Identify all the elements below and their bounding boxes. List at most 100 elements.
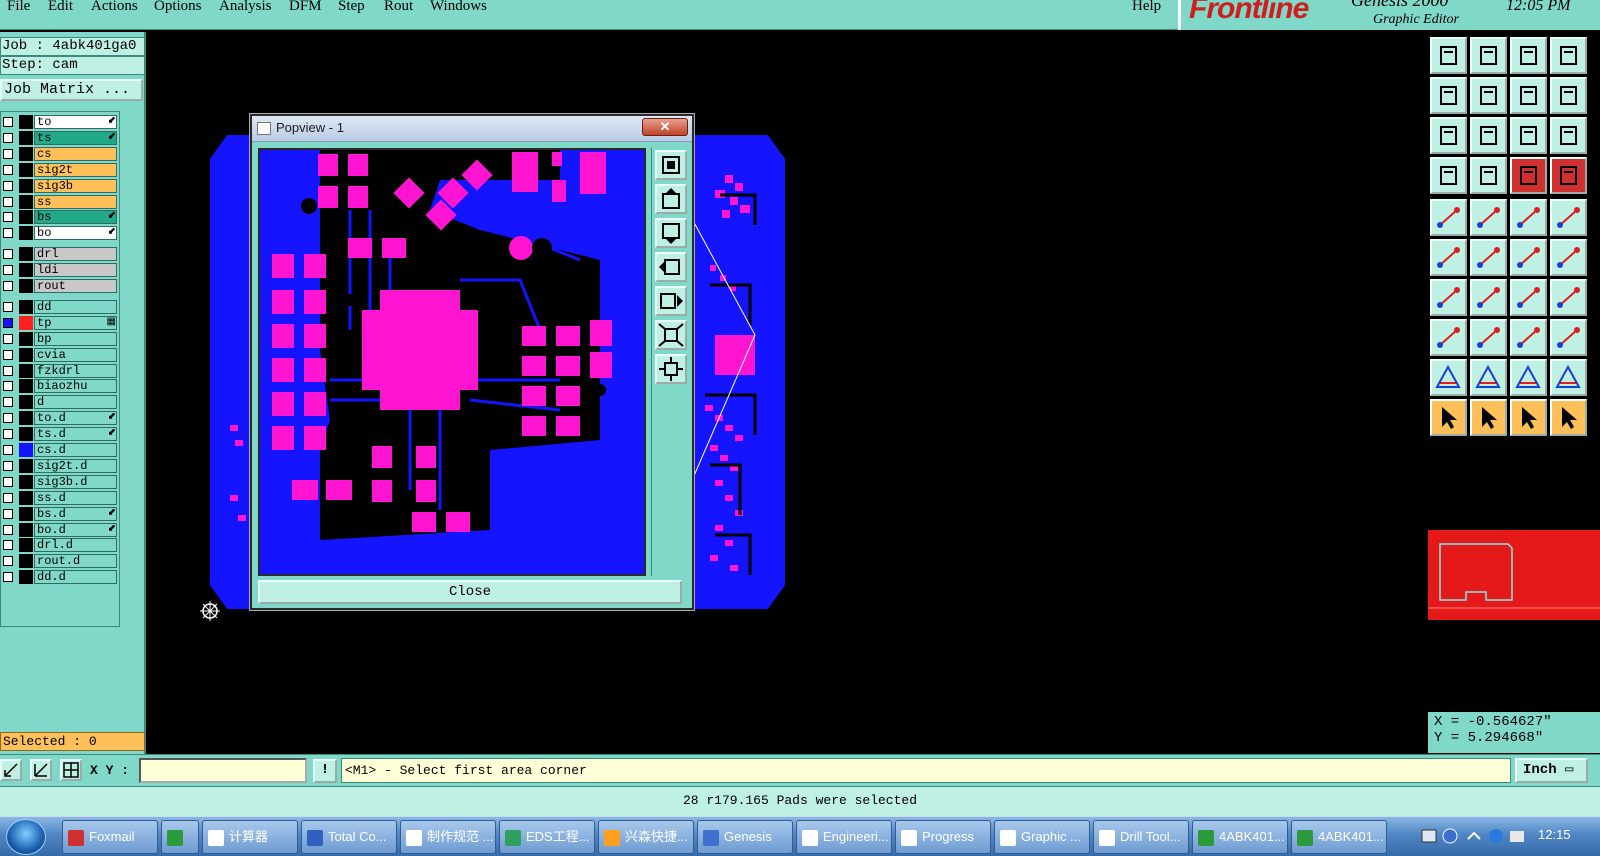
settings-icon[interactable] bbox=[1430, 157, 1467, 194]
taskbar-task[interactable]: 兴森快捷... bbox=[598, 820, 694, 854]
overview-map[interactable] bbox=[1428, 530, 1600, 620]
layer-name[interactable]: fzkdrl bbox=[34, 363, 117, 378]
layer-color-swatch[interactable] bbox=[19, 299, 33, 314]
layer-checkbox[interactable] bbox=[3, 333, 13, 344]
layer-color-swatch[interactable] bbox=[19, 554, 33, 569]
layer-color-swatch[interactable] bbox=[19, 570, 33, 585]
layer-checkbox[interactable] bbox=[3, 365, 13, 376]
layer-row[interactable]: drl bbox=[1, 246, 119, 262]
triangle-c-icon[interactable] bbox=[1510, 359, 1547, 396]
layer-checkbox[interactable] bbox=[3, 413, 13, 424]
home-icon[interactable] bbox=[1510, 37, 1547, 74]
unit-select[interactable]: Inch ▭ bbox=[1515, 758, 1588, 783]
window-icon[interactable] bbox=[1550, 37, 1587, 74]
redraw-icon[interactable] bbox=[1550, 77, 1587, 114]
layer-name[interactable]: sig2t bbox=[34, 162, 117, 177]
pan-left-icon[interactable] bbox=[1430, 77, 1467, 114]
layer-row[interactable]: cvia bbox=[1, 347, 119, 363]
layer-checkbox[interactable] bbox=[3, 445, 13, 455]
layer-name[interactable]: rout bbox=[34, 279, 117, 293]
draw-line-icon[interactable] bbox=[1430, 279, 1467, 316]
layer-color-swatch[interactable] bbox=[19, 331, 33, 346]
layer-name[interactable]: cs.d bbox=[34, 443, 117, 457]
layer-color-swatch[interactable] bbox=[19, 247, 33, 262]
layer-name[interactable]: dd.d bbox=[34, 570, 117, 585]
select-lasso-icon[interactable] bbox=[1510, 399, 1547, 436]
layer-row[interactable]: dd.d bbox=[1, 569, 119, 585]
triangle-d-icon[interactable] bbox=[1550, 359, 1587, 396]
ruler-icon[interactable] bbox=[1510, 199, 1547, 236]
snap-icon[interactable] bbox=[0, 759, 22, 781]
layer-color-swatch[interactable] bbox=[19, 506, 33, 521]
layer-name[interactable]: bs.d bbox=[34, 506, 117, 521]
taskbar-task[interactable]: 制作规范 ... bbox=[400, 820, 496, 854]
layer-checkbox[interactable] bbox=[3, 397, 13, 408]
layer-checkbox[interactable] bbox=[3, 228, 13, 239]
menu-rout[interactable]: Rout bbox=[384, 0, 413, 14]
layer-checkbox[interactable] bbox=[3, 180, 13, 191]
zoom-out-button[interactable] bbox=[655, 354, 687, 384]
menu-analysis[interactable]: Analysis bbox=[219, 0, 272, 14]
layer-color-swatch[interactable] bbox=[19, 178, 33, 193]
layer-checkbox[interactable] bbox=[3, 429, 13, 440]
layer-row[interactable]: cs bbox=[1, 146, 119, 162]
taskbar-task[interactable]: 4ABK401... bbox=[1192, 820, 1288, 854]
help-icon[interactable] bbox=[1550, 117, 1587, 154]
layer-color-swatch[interactable] bbox=[19, 263, 33, 278]
layer-row[interactable]: to ⬋ bbox=[1, 114, 119, 130]
layer-color-swatch[interactable] bbox=[19, 474, 33, 489]
layer-color-swatch[interactable] bbox=[19, 458, 33, 473]
layer-checkbox[interactable] bbox=[3, 196, 13, 207]
menu-actions[interactable]: Actions bbox=[91, 0, 138, 14]
layer-row[interactable]: cs.d bbox=[1, 442, 119, 458]
layer-color-swatch[interactable] bbox=[19, 115, 33, 129]
layer-checkbox[interactable] bbox=[3, 212, 13, 223]
layer-checkbox[interactable] bbox=[3, 249, 13, 260]
snap-point-icon[interactable] bbox=[1510, 239, 1547, 276]
layer-row[interactable]: dd bbox=[1, 299, 119, 315]
layer-row[interactable]: ts.d ⬋ bbox=[1, 426, 119, 442]
layer-name[interactable]: ss.d bbox=[34, 490, 117, 505]
layer-name[interactable]: rout.d bbox=[34, 554, 117, 569]
layer-checkbox[interactable] bbox=[3, 524, 13, 535]
layer-name[interactable]: sig2t.d bbox=[34, 458, 117, 473]
arc-icon[interactable] bbox=[1510, 279, 1547, 316]
layer-row[interactable]: fzkdrl bbox=[1, 363, 119, 379]
circle-icon[interactable] bbox=[1550, 199, 1587, 236]
minus-icon[interactable] bbox=[1470, 319, 1507, 356]
menu-windows[interactable]: Windows bbox=[430, 0, 487, 14]
taskbar-task[interactable]: Engineeri... bbox=[796, 820, 892, 854]
pan-right-button[interactable] bbox=[655, 286, 687, 316]
taskbar-task[interactable]: EDS工程... bbox=[499, 820, 595, 854]
menu-step[interactable]: Step bbox=[338, 0, 365, 14]
layer-checkbox[interactable] bbox=[3, 164, 13, 175]
layer-row[interactable]: rout bbox=[1, 278, 119, 294]
layer-row[interactable]: bo.d ⬋ bbox=[1, 522, 119, 538]
layer-color-swatch[interactable] bbox=[19, 315, 33, 330]
xy-input[interactable] bbox=[139, 758, 307, 783]
layer-checkbox[interactable] bbox=[3, 556, 13, 567]
text-icon[interactable] bbox=[1550, 279, 1587, 316]
layer-checkbox[interactable] bbox=[3, 349, 13, 360]
popview-close-button[interactable]: Close bbox=[258, 580, 682, 604]
layer-color-swatch[interactable] bbox=[19, 490, 33, 505]
layer-row[interactable]: ss.d bbox=[1, 490, 119, 506]
align-icon[interactable] bbox=[1510, 319, 1547, 356]
grid-icon[interactable] bbox=[60, 759, 82, 781]
layer-checkbox[interactable] bbox=[3, 148, 13, 159]
layer-row[interactable]: sig3b.d bbox=[1, 474, 119, 490]
layer-highlight-2-icon[interactable] bbox=[1550, 157, 1587, 194]
layer-color-swatch[interactable] bbox=[19, 379, 33, 394]
zoom-fit-icon[interactable] bbox=[1430, 117, 1467, 154]
start-button[interactable] bbox=[6, 819, 46, 855]
layer-checkbox[interactable] bbox=[3, 492, 13, 503]
layer-color-swatch[interactable] bbox=[19, 427, 33, 442]
layer-color-swatch[interactable] bbox=[19, 210, 33, 225]
layer-name[interactable]: drl bbox=[34, 247, 117, 262]
select-box-icon[interactable] bbox=[1470, 399, 1507, 436]
layer-checkbox[interactable] bbox=[3, 265, 13, 276]
zoom-in-button[interactable] bbox=[655, 320, 687, 350]
pan-down-button[interactable] bbox=[655, 218, 687, 248]
layer-color-swatch[interactable] bbox=[19, 538, 33, 553]
layer-color-swatch[interactable] bbox=[19, 522, 33, 537]
